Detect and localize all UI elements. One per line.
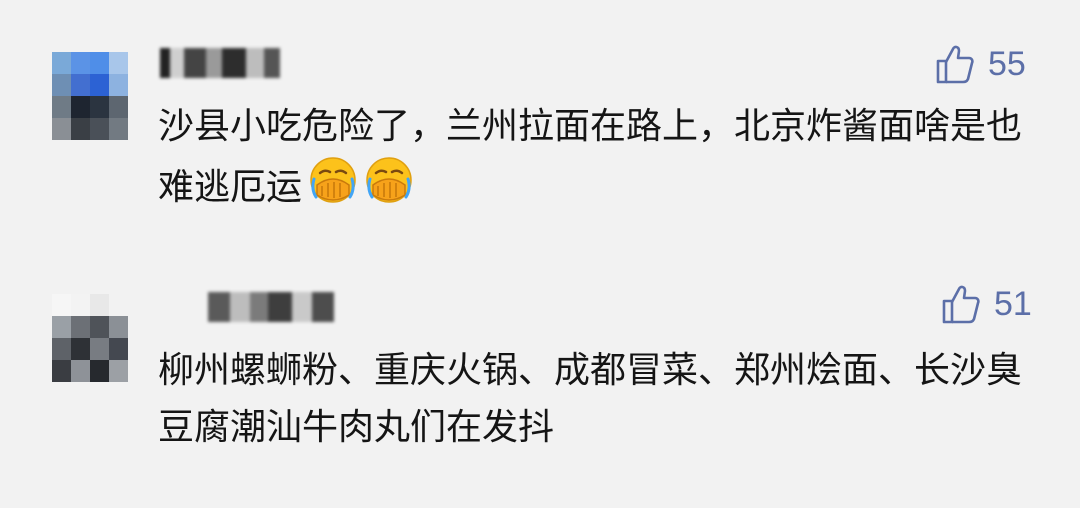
username-pixelated[interactable]	[160, 48, 280, 78]
like-count: 51	[994, 285, 1032, 323]
facepalm-icon	[310, 157, 356, 203]
comment-item: 55 沙县小吃危险了，兰州拉面在路上，北京炸酱面啥是也难逃厄运	[0, 0, 1080, 250]
username-pixelated[interactable]	[208, 292, 334, 322]
comment-text: 柳州螺蛳粉、重庆火锅、成都冒菜、郑州烩面、长沙臭豆腐潮汕牛肉丸们在发抖	[158, 342, 1040, 456]
like-button[interactable]: 55	[936, 44, 1026, 84]
comment-text-content: 柳州螺蛳粉、重庆火锅、成都冒菜、郑州烩面、长沙臭豆腐潮汕牛肉丸们在发抖	[158, 350, 1023, 448]
comment-item: 51 柳州螺蛳粉、重庆火锅、成都冒菜、郑州烩面、长沙臭豆腐潮汕牛肉丸们在发抖	[0, 270, 1080, 508]
avatar[interactable]	[52, 294, 128, 382]
thumbs-up-icon	[936, 45, 974, 84]
like-button[interactable]: 51	[942, 284, 1032, 324]
thumbs-up-icon	[942, 285, 980, 324]
comment-text: 沙县小吃危险了，兰州拉面在路上，北京炸酱面啥是也难逃厄运	[158, 98, 1040, 216]
avatar[interactable]	[52, 52, 128, 140]
facepalm-icon	[366, 157, 412, 203]
comment-text-content: 沙县小吃危险了，兰州拉面在路上，北京炸酱面啥是也难逃厄运	[158, 106, 1023, 208]
like-count: 55	[988, 45, 1026, 83]
